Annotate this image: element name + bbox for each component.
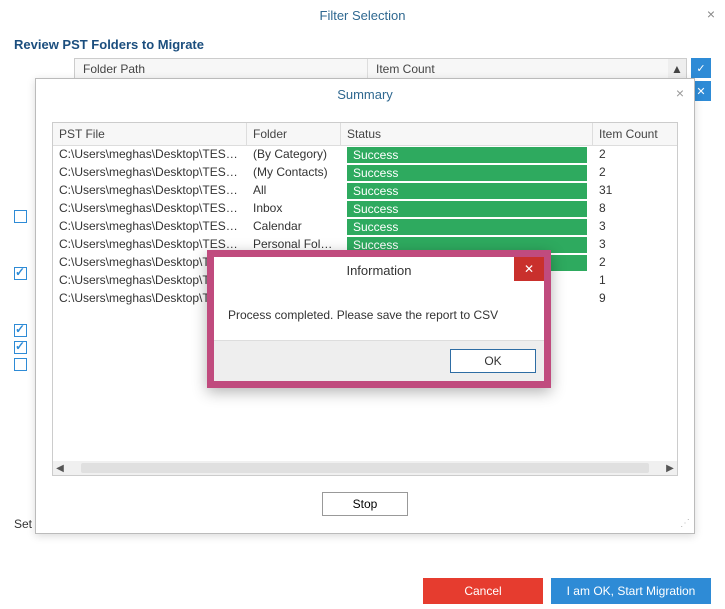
cell-pst: C:\Users\meghas\Desktop\TESTPST …. xyxy=(53,164,247,182)
summary-title: Summary × xyxy=(36,79,694,110)
status-badge: Success xyxy=(347,165,587,181)
scroll-track[interactable] xyxy=(81,463,649,473)
cell-count: 3 xyxy=(593,236,677,254)
table-row[interactable]: C:\Users\meghas\Desktop\TESTPST ….(My Co… xyxy=(53,164,677,182)
cell-folder: Calendar xyxy=(247,218,341,236)
checkbox-4[interactable] xyxy=(14,341,27,354)
status-badge: Success xyxy=(347,183,587,199)
cell-pst: C:\Users\meghas\Desktop\TESTPST …. xyxy=(53,218,247,236)
status-badge: Success xyxy=(347,219,587,235)
cell-pst: C:\Users\meghas\Desktop\TESTPST …. xyxy=(53,200,247,218)
cancel-button[interactable]: Cancel xyxy=(423,578,543,604)
start-migration-button[interactable]: I am OK, Start Migration xyxy=(551,578,711,604)
summary-grid-header: PST File Folder Status Item Count xyxy=(53,123,677,146)
information-message: Process completed. Please save the repor… xyxy=(214,284,544,340)
table-row[interactable]: C:\Users\meghas\Desktop\TESTPST ….All Suc… xyxy=(53,182,677,200)
table-row[interactable]: C:\Users\meghas\Desktop\TESTPST ….Calend… xyxy=(53,218,677,236)
col-status[interactable]: Status xyxy=(341,123,593,145)
review-title: Review PST Folders to Migrate xyxy=(0,33,725,58)
scroll-left-icon[interactable]: ◀ xyxy=(53,463,67,474)
information-title-text: Information xyxy=(346,263,411,278)
information-footer: OK xyxy=(214,340,544,381)
ok-button[interactable]: OK xyxy=(450,349,536,373)
horizontal-scrollbar[interactable]: ◀ ▶ xyxy=(53,461,677,475)
cell-folder: (My Contacts) xyxy=(247,164,341,182)
stop-button[interactable]: Stop xyxy=(322,492,408,516)
bottom-bar: Cancel I am OK, Start Migration xyxy=(0,573,725,609)
cell-status: Success xyxy=(341,182,593,200)
cell-count: 2 xyxy=(593,146,677,164)
title-text: Filter Selection xyxy=(320,8,406,23)
col-item-count[interactable]: Item Count xyxy=(368,59,668,79)
summary-footer: Stop xyxy=(36,484,694,516)
left-checkboxes xyxy=(14,210,27,371)
cell-count: 2 xyxy=(593,254,677,272)
col-folder[interactable]: Folder xyxy=(247,123,341,145)
select-all-button[interactable]: ✓ xyxy=(691,58,711,78)
cell-count: 2 xyxy=(593,164,677,182)
cell-count: 9 xyxy=(593,290,677,308)
cell-status: Success xyxy=(341,200,593,218)
table-row[interactable]: C:\Users\meghas\Desktop\TESTPST ….(By Ca… xyxy=(53,146,677,164)
information-title: Information ✕ xyxy=(214,257,544,284)
cell-count: 1 xyxy=(593,272,677,290)
cell-status: Success xyxy=(341,146,593,164)
table-row[interactable]: C:\Users\meghas\Desktop\TESTPST ….Inbox S… xyxy=(53,200,677,218)
cell-count: 8 xyxy=(593,200,677,218)
status-badge: Success xyxy=(347,147,587,163)
close-icon[interactable]: × xyxy=(676,85,684,101)
resize-grip-icon[interactable]: ⋰ xyxy=(680,518,688,529)
checkbox-3[interactable] xyxy=(14,324,27,337)
close-icon[interactable]: × xyxy=(707,6,715,22)
col-pst-file[interactable]: PST File xyxy=(53,123,247,145)
cell-folder: (By Category) xyxy=(247,146,341,164)
review-grid-header: Folder Path Item Count ▲ xyxy=(74,58,687,80)
cell-count: 3 xyxy=(593,218,677,236)
summary-title-text: Summary xyxy=(337,87,393,102)
status-badge: Success xyxy=(347,201,587,217)
col-folder-path[interactable]: Folder Path xyxy=(75,59,368,79)
cell-pst: C:\Users\meghas\Desktop\TESTPST …. xyxy=(53,146,247,164)
cell-folder: All xyxy=(247,182,341,200)
set-label: Set xyxy=(14,517,32,531)
cell-pst: C:\Users\meghas\Desktop\TESTPST …. xyxy=(53,182,247,200)
scroll-right-icon[interactable]: ▶ xyxy=(663,463,677,474)
information-dialog: Information ✕ Process completed. Please … xyxy=(207,250,551,388)
checkbox-5[interactable] xyxy=(14,358,27,371)
filter-selection-title: Filter Selection × xyxy=(0,0,725,33)
scroll-up-icon[interactable]: ▲ xyxy=(668,59,686,79)
cell-folder: Inbox xyxy=(247,200,341,218)
col-item-count[interactable]: Item Count xyxy=(593,123,677,145)
close-icon[interactable]: ✕ xyxy=(514,257,544,281)
cell-status: Success xyxy=(341,218,593,236)
checkbox-1[interactable] xyxy=(14,210,27,223)
cell-status: Success xyxy=(341,164,593,182)
cell-count: 31 xyxy=(593,182,677,200)
checkbox-2[interactable] xyxy=(14,267,27,280)
